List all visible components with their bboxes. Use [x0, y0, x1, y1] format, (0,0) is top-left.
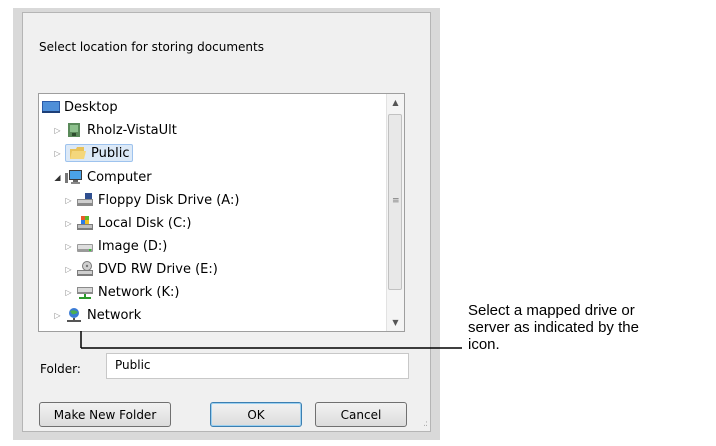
callout-pointer	[80, 331, 462, 349]
callout-text: Select a mapped drive or server as indic…	[468, 302, 639, 353]
